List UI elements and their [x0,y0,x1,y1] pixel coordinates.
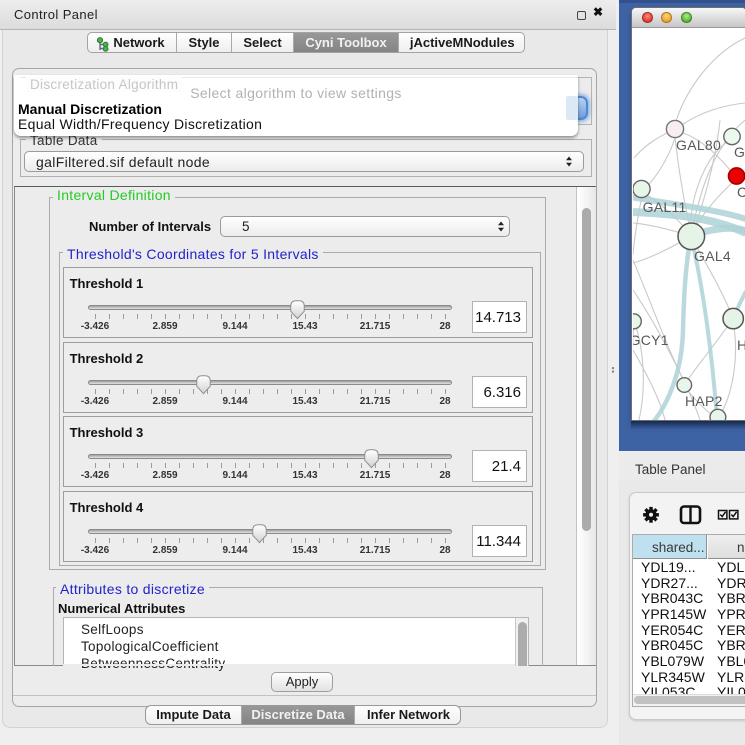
svg-text:GAL80: GAL80 [676,137,721,153]
svg-text:CY: CY [737,184,745,200]
svg-text:GAL11: GAL11 [643,199,687,215]
svg-text:GCY1: GCY1 [633,332,669,348]
svg-text:H: H [737,337,745,353]
svg-text:GAL4: GAL4 [694,248,731,264]
svg-text:HAP2: HAP2 [685,393,723,409]
svg-text:GA: GA [734,144,745,160]
